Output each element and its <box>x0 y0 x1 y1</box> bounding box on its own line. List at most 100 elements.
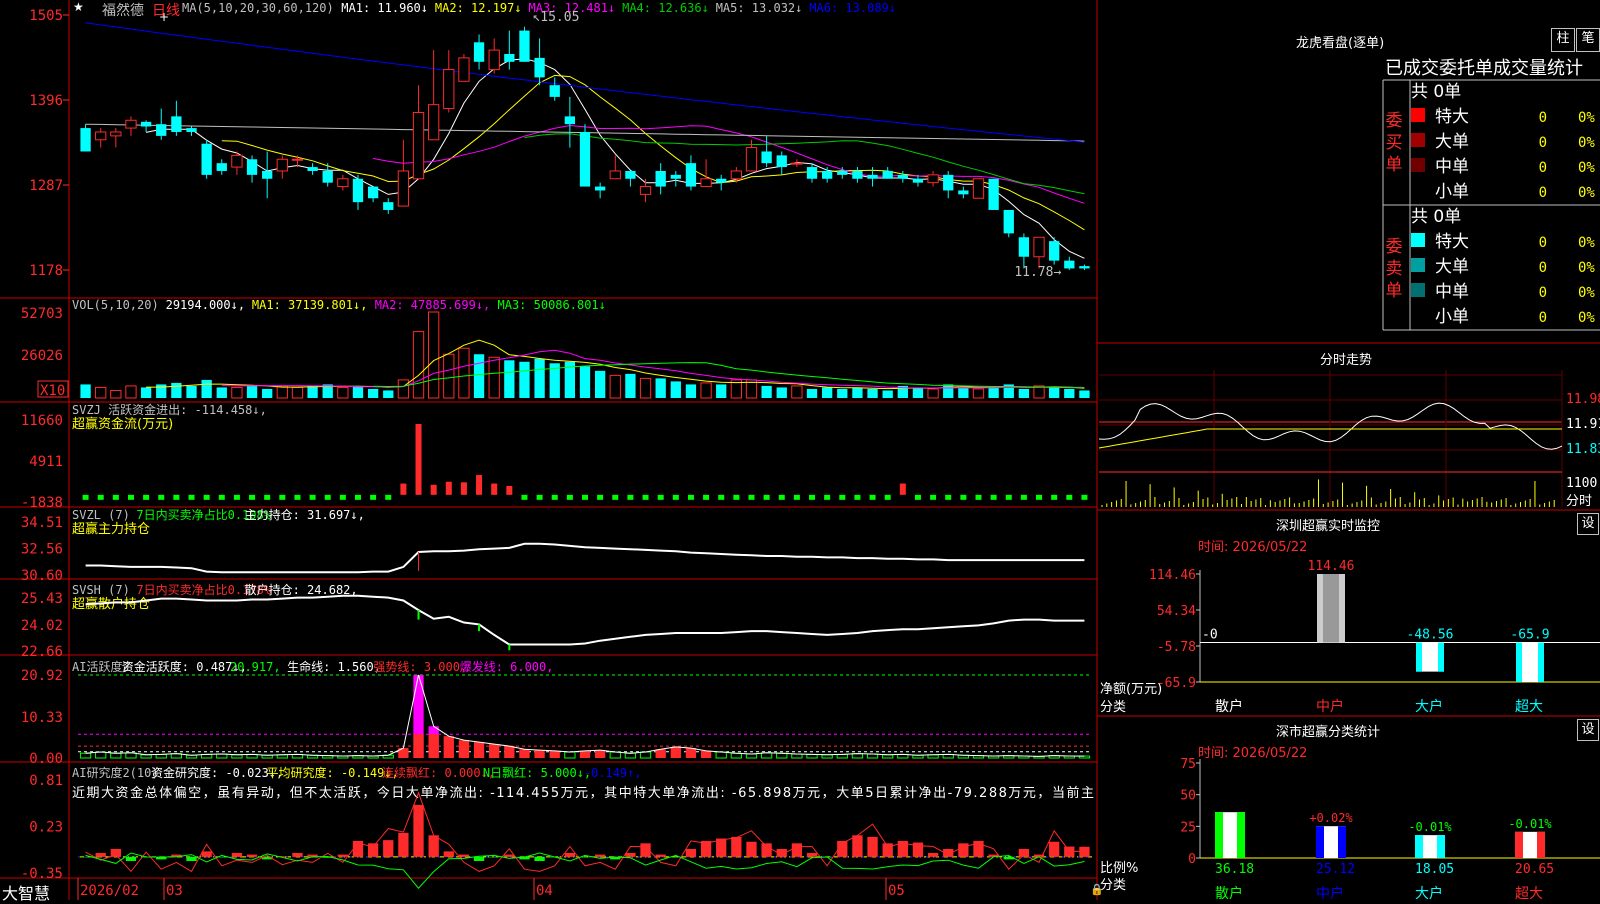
research-bar <box>398 832 409 857</box>
svzj-bar <box>400 483 407 495</box>
research-bar <box>80 856 91 858</box>
activity-bar <box>231 754 243 759</box>
svzj-legend-0: SVZJ 活跃资金进出: -114.458↓, <box>72 402 267 417</box>
svzl-legend-0: SVZL (7) <box>72 508 130 522</box>
svzj-bar <box>793 494 800 500</box>
buy-row-swatch <box>1411 108 1425 122</box>
svzj-bar <box>158 494 165 500</box>
volume-bar <box>943 384 954 398</box>
activity-bar <box>821 754 833 759</box>
volume-bar <box>443 353 455 399</box>
svzj-bar <box>188 494 195 500</box>
svzj-bar <box>718 494 725 500</box>
volume-bar <box>95 386 107 399</box>
ai2-tick-label: 0.23 <box>29 820 63 836</box>
time-label: 03 <box>166 883 183 899</box>
time-label: 04 <box>536 883 553 899</box>
candle-body <box>897 174 908 179</box>
activity-bar <box>730 752 742 759</box>
research-bar <box>882 843 893 857</box>
svzj-bar <box>914 494 921 500</box>
research-bar <box>731 836 742 857</box>
sell-row-swatch <box>1411 233 1425 247</box>
volume-bar <box>352 385 364 398</box>
price-tick-label: 1178 <box>29 263 63 279</box>
ma-legend-0: MA(5,10,20,30,60,120) <box>182 1 334 15</box>
ma-legend-4: MA4: 12.636↓ <box>622 1 709 15</box>
svzj-tick-label: 11660 <box>21 413 63 429</box>
activity-line <box>85 674 1085 757</box>
monitor-xlabel: 分类 <box>1100 700 1126 715</box>
research-bar <box>806 852 818 857</box>
research-bar <box>473 856 485 861</box>
tick-mode-button[interactable]: 笔 <box>1576 28 1600 52</box>
main-chart[interactable]: MA(5,10,20,30,60,120) MA1: 11.960↓ MA2: 12… <box>0 0 1600 900</box>
research-bar <box>867 836 878 857</box>
svzj-bar <box>1066 494 1073 500</box>
buy-side-label: 委 <box>1386 111 1403 131</box>
svzj-bar <box>127 494 134 500</box>
research-bar <box>383 840 394 857</box>
dist-bar-edge <box>1415 835 1423 858</box>
dist-change-label: -0.01% <box>1508 817 1552 831</box>
volume-bar <box>397 379 410 399</box>
candle-body <box>504 53 515 62</box>
dist-settings-button[interactable]: 设 <box>1577 719 1599 741</box>
volume-bar <box>594 370 606 398</box>
ma-legend-6: MA6: 13.089↓ <box>809 1 896 15</box>
buy-side-label: 买 <box>1386 133 1403 153</box>
sell-row-percent: 0% <box>1578 235 1595 251</box>
candle-body <box>972 178 985 199</box>
svsh-tick-label: 25.43 <box>21 591 63 607</box>
buy-row-percent: 0% <box>1578 185 1595 201</box>
activity-bar <box>715 751 727 759</box>
svzj-subtitle: 超赢资金流(万元) <box>72 416 173 432</box>
activity-bar <box>489 744 500 758</box>
activity-bar <box>745 753 758 759</box>
activity-bar <box>534 750 545 758</box>
ma-legend-2: MA2: 12.197↓ <box>435 1 522 15</box>
sell-side-label: 委 <box>1386 237 1403 257</box>
fenshi-label: 分时 <box>1566 494 1592 509</box>
svzj-bar <box>763 494 770 500</box>
research-bar <box>927 852 939 857</box>
volume-bar <box>201 379 212 398</box>
volume-bar <box>822 387 833 398</box>
volume-bar <box>337 386 349 399</box>
candle-body <box>383 202 394 210</box>
buy-row-value: 0 <box>1539 110 1547 126</box>
dist-category: 超大 <box>1515 886 1543 900</box>
volume-bar <box>473 354 485 398</box>
dist-change-label: -0.01% <box>1408 820 1452 834</box>
candle-body <box>761 151 772 164</box>
candle-body <box>231 154 243 168</box>
candle-body <box>171 116 182 132</box>
candle-body <box>988 178 999 210</box>
research-bar <box>292 852 303 857</box>
sell-total: 共 0单 <box>1411 207 1461 227</box>
buy-row-name: 中单 <box>1435 157 1469 177</box>
vol-legend-1: 29194.000↓, <box>166 298 245 312</box>
buy-row-value: 0 <box>1539 160 1547 176</box>
candle-body <box>95 131 107 141</box>
svzj-bar <box>415 424 422 495</box>
candle-body <box>594 186 606 191</box>
volume-bar <box>1033 385 1045 399</box>
monitor-bar-edge <box>1516 642 1522 682</box>
svzj-bar <box>445 481 452 495</box>
price-tick-label: 1505 <box>29 8 63 24</box>
monitor-settings-button[interactable]: 设 <box>1577 513 1599 535</box>
bar-mode-button[interactable]: 柱 <box>1551 28 1575 52</box>
volume-bar <box>685 384 697 398</box>
research-bar <box>791 843 803 857</box>
star-icon[interactable]: ★ <box>73 0 84 14</box>
candle-body <box>716 178 727 183</box>
activity-bar-low <box>428 746 439 758</box>
activity-bar <box>458 740 470 758</box>
sell-row-swatch <box>1411 308 1425 322</box>
svzj-bar <box>264 494 271 500</box>
monitor-ylabel: 净额(万元) <box>1100 682 1162 697</box>
svzj-bar <box>657 494 664 500</box>
ai2-legend-1: 资金研究度: -0.023↓, <box>151 765 283 780</box>
candle-body <box>367 186 379 199</box>
